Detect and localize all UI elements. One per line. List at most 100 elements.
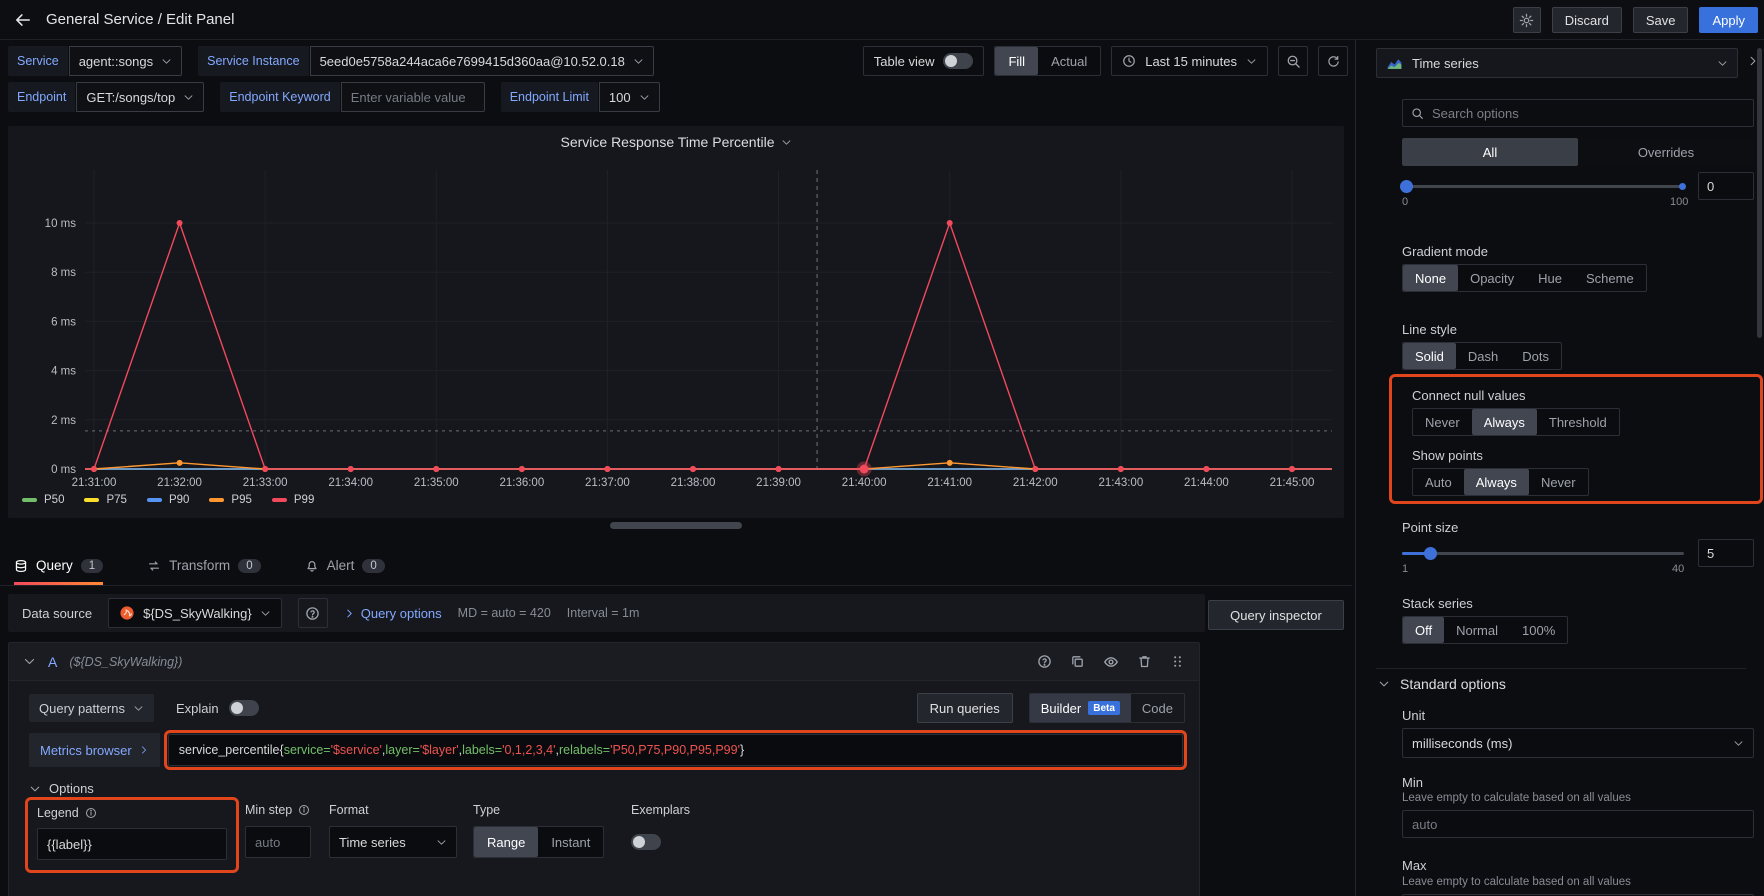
sidebar-scrollbar-thumb[interactable] xyxy=(1757,48,1762,338)
legend-item-p90[interactable]: P90 xyxy=(147,494,189,506)
options-section-toggle[interactable]: Options xyxy=(29,781,94,796)
query-options-toggle[interactable]: Query options xyxy=(344,606,442,621)
query-expression-input[interactable]: service_percentile{service='$service', l… xyxy=(168,734,1183,766)
service-instance-select[interactable]: 5eed0e5758a244aca6e7699415d360aa@10.52.0… xyxy=(310,46,654,76)
option-threshold[interactable]: Threshold xyxy=(1537,409,1619,435)
legend-item-p75[interactable]: P75 xyxy=(84,494,126,506)
fill-opacity-value-box[interactable]: 0 xyxy=(1698,172,1754,200)
variable-service: Service agent::songs xyxy=(8,46,182,76)
connect-null-values-label: Connect null values xyxy=(1412,388,1525,403)
option-overrides[interactable]: Overrides xyxy=(1578,138,1754,166)
visualization-picker[interactable]: Time series xyxy=(1376,48,1738,78)
tab-query[interactable]: Query 1 xyxy=(14,546,103,585)
fill-opacity-slider-track[interactable] xyxy=(1402,185,1684,188)
option-range[interactable]: Range xyxy=(474,827,538,857)
page-title: General Service / Edit Panel xyxy=(46,0,234,40)
svg-text:21:32:00: 21:32:00 xyxy=(157,477,202,489)
datasource-picker[interactable]: ${DS_SkyWalking} xyxy=(108,598,282,628)
time-range-picker[interactable]: Last 15 minutes xyxy=(1111,46,1268,76)
discard-button[interactable]: Discard xyxy=(1552,7,1622,33)
endpoint-limit-select[interactable]: 100 xyxy=(599,82,660,112)
legend-format-input[interactable] xyxy=(37,828,227,860)
legend-item-p50[interactable]: P50 xyxy=(22,494,64,506)
endpoint-select[interactable]: GET:/songs/top xyxy=(76,82,204,112)
option-never[interactable]: Never xyxy=(1413,409,1472,435)
duplicate-icon[interactable] xyxy=(1070,654,1085,669)
unit-select[interactable]: milliseconds (ms) xyxy=(1402,728,1754,758)
builder-option[interactable]: Builder Beta xyxy=(1030,694,1131,722)
svg-text:10 ms: 10 ms xyxy=(45,218,77,230)
format-field: Format Time series xyxy=(329,803,457,858)
svg-text:21:36:00: 21:36:00 xyxy=(499,477,544,489)
legend-item-p99[interactable]: P99 xyxy=(272,494,314,506)
builder-label: Builder xyxy=(1041,701,1081,716)
code-option[interactable]: Code xyxy=(1131,694,1184,722)
exemplars-toggle[interactable] xyxy=(631,834,661,850)
hide-query-eye-icon[interactable] xyxy=(1103,654,1119,670)
run-queries-button[interactable]: Run queries xyxy=(917,693,1013,723)
endpoint-keyword-input[interactable] xyxy=(341,82,485,112)
legend-swatch xyxy=(147,498,162,502)
point-size-slider-track[interactable] xyxy=(1402,552,1684,555)
panel-resize-handle[interactable] xyxy=(610,522,742,529)
fill-opacity-slider-handle[interactable] xyxy=(1400,180,1413,193)
chevron-down-icon xyxy=(1246,56,1257,67)
option-dash[interactable]: Dash xyxy=(1456,343,1510,369)
standard-options-section[interactable]: Standard options xyxy=(1378,676,1506,692)
explain-toggle[interactable] xyxy=(229,700,259,716)
options-view-tabs: AllOverrides xyxy=(1402,138,1754,166)
point-size-value-box[interactable]: 5 xyxy=(1698,539,1754,567)
option-never[interactable]: Never xyxy=(1529,469,1588,495)
help-circle-icon[interactable] xyxy=(1037,654,1052,669)
tab-transform[interactable]: Transform 0 xyxy=(147,546,260,585)
option-always[interactable]: Always xyxy=(1464,469,1529,495)
datasource-help-button[interactable] xyxy=(298,598,328,628)
svg-text:21:39:00: 21:39:00 xyxy=(756,477,801,489)
apply-button[interactable]: Apply xyxy=(1699,7,1758,33)
drag-handle-icon[interactable] xyxy=(1170,654,1185,669)
code-label: Code xyxy=(1142,701,1173,716)
option-100-[interactable]: 100% xyxy=(1510,617,1567,643)
query-inspector-button[interactable]: Query inspector xyxy=(1208,600,1344,630)
service-select[interactable]: agent::songs xyxy=(69,46,182,76)
svg-text:4 ms: 4 ms xyxy=(51,366,76,378)
option-instant[interactable]: Instant xyxy=(538,827,603,857)
options-search-input[interactable] xyxy=(1432,106,1745,121)
option-actual[interactable]: Actual xyxy=(1038,47,1100,75)
delete-query-trash-icon[interactable] xyxy=(1137,654,1152,669)
min-input[interactable] xyxy=(1402,810,1754,838)
stack-series-toggle: OffNormal100% xyxy=(1402,616,1568,644)
tab-alert[interactable]: Alert 0 xyxy=(305,546,385,585)
chevron-right-icon xyxy=(344,608,355,619)
table-view-toggle[interactable] xyxy=(943,53,973,69)
back-arrow-icon[interactable] xyxy=(10,8,36,32)
option-solid[interactable]: Solid xyxy=(1403,343,1456,369)
refresh-button[interactable] xyxy=(1318,46,1348,76)
option-fill[interactable]: Fill xyxy=(995,47,1038,75)
query-row-header[interactable]: A (${DS_SkyWalking}) xyxy=(9,643,1199,681)
standard-options-label: Standard options xyxy=(1400,676,1506,692)
point-size-slider-handle[interactable] xyxy=(1424,547,1437,560)
option-normal[interactable]: Normal xyxy=(1444,617,1510,643)
query-row-actions xyxy=(1037,654,1185,670)
panel-settings-button[interactable] xyxy=(1513,7,1541,33)
database-icon xyxy=(14,559,28,573)
option-opacity[interactable]: Opacity xyxy=(1458,265,1526,291)
format-select[interactable]: Time series xyxy=(329,826,457,858)
option-always[interactable]: Always xyxy=(1472,409,1537,435)
metrics-browser-button[interactable]: Metrics browser xyxy=(29,733,160,767)
option-all[interactable]: All xyxy=(1402,138,1578,166)
query-patterns-button[interactable]: Query patterns xyxy=(29,694,154,722)
query-options-label: Query options xyxy=(361,606,442,621)
option-auto[interactable]: Auto xyxy=(1413,469,1464,495)
svg-text:21:31:00: 21:31:00 xyxy=(72,477,117,489)
zoom-out-button[interactable] xyxy=(1278,46,1308,76)
legend-item-p95[interactable]: P95 xyxy=(209,494,251,506)
option-hue[interactable]: Hue xyxy=(1526,265,1574,291)
min-step-input[interactable] xyxy=(245,826,311,858)
save-button[interactable]: Save xyxy=(1633,7,1689,33)
option-dots[interactable]: Dots xyxy=(1510,343,1561,369)
option-none[interactable]: None xyxy=(1403,265,1458,291)
option-off[interactable]: Off xyxy=(1403,617,1444,643)
option-scheme[interactable]: Scheme xyxy=(1574,265,1646,291)
